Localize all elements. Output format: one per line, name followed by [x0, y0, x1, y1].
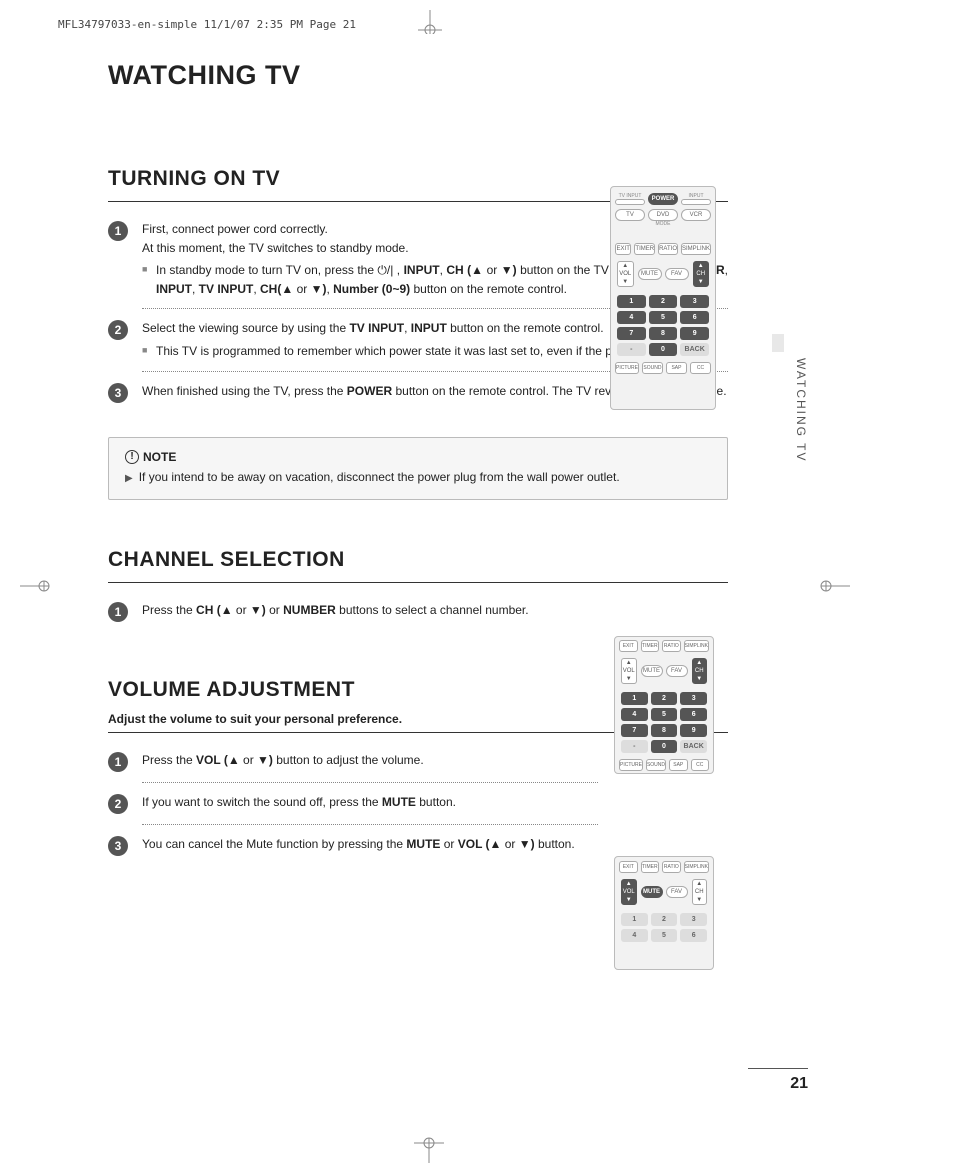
number-pad: 123 456 789 -0BACK [615, 688, 713, 757]
remote-button: TIMER [641, 861, 660, 873]
step-number-badge: 2 [108, 320, 128, 340]
crop-header: MFL34797033-en-simple 11/1/07 2:35 PM Pa… [58, 18, 356, 31]
note-title-text: NOTE [143, 450, 176, 464]
mute-button: MUTE [641, 886, 663, 898]
remote-illustration-volume: EXIT TIMER RATIO SIMPLINK ▲VOL▼ MUTE FAV… [614, 856, 714, 970]
section-title-channel: CHANNEL SELECTION [108, 548, 728, 572]
page-number: 21 [790, 1075, 808, 1093]
mute-button: MUTE [641, 665, 663, 677]
fav-button: FAV [666, 665, 688, 677]
remote-button: CC [690, 362, 711, 374]
step-body: You can cancel the Mute function by pres… [142, 835, 598, 856]
remote-button: EXIT [619, 640, 638, 652]
remote-button: SOUND [646, 759, 666, 771]
remote-illustration-power: TV INPUT POWER INPUT TV DVD VCR MODE EXI… [610, 186, 716, 410]
remote-button: PICTURE [619, 759, 643, 771]
crop-mark-icon [404, 1137, 454, 1163]
rule [108, 582, 728, 583]
remote-button: RATIO [658, 243, 678, 255]
note-body-text: If you intend to be away on vacation, di… [139, 470, 620, 487]
number-pad: 123 456 789 -0BACK [611, 291, 715, 360]
step-body: If you want to switch the sound off, pre… [142, 793, 598, 814]
remote-button: RATIO [662, 640, 681, 652]
remote-button: SIMPLINK [681, 243, 711, 255]
remote-button: TV [615, 209, 645, 221]
step-body: Press the CH (▲ or ▼) or NUMBER buttons … [142, 601, 578, 622]
remote-label: TV INPUT [615, 193, 645, 199]
crop-mark-icon [820, 576, 850, 596]
page-title: WATCHING TV [108, 60, 728, 91]
crop-mark-icon [410, 10, 450, 34]
step: 2 If you want to switch the sound off, p… [108, 793, 598, 814]
step-number-badge: 3 [108, 836, 128, 856]
remote-button: SAP [669, 759, 688, 771]
number-pad: 123 456 [615, 909, 713, 946]
step-body: Press the VOL (▲ or ▼) button to adjust … [142, 751, 598, 772]
remote-button: SIMPLINK [684, 640, 709, 652]
alert-icon: ! [125, 450, 139, 464]
remote-button: SOUND [642, 362, 663, 374]
mute-button: MUTE [638, 268, 662, 280]
bullet-icon: ■ [142, 261, 150, 298]
remote-button: TIMER [634, 243, 655, 255]
power-button: POWER [648, 193, 678, 205]
remote-button: EXIT [615, 243, 631, 255]
step: 1 Press the VOL (▲ or ▼) button to adjus… [108, 751, 598, 772]
ch-rocker: ▲CH▼ [692, 879, 708, 905]
fav-button: FAV [665, 268, 689, 280]
remote-button: SAP [666, 362, 687, 374]
step-number-badge: 2 [108, 794, 128, 814]
fav-button: FAV [666, 886, 688, 898]
vol-rocker: ▲VOL▼ [621, 658, 637, 684]
remote-button: EXIT [619, 861, 638, 873]
remote-button: VCR [681, 209, 711, 221]
dotted-divider [142, 824, 598, 825]
note-title: ! NOTE [125, 450, 711, 464]
remote-button: CC [691, 759, 710, 771]
triangle-icon: ▶ [125, 470, 133, 487]
step-number-badge: 1 [108, 752, 128, 772]
vol-rocker: ▲VOL▼ [617, 261, 634, 287]
crop-mark-icon [20, 576, 50, 596]
remote-illustration-channel: EXIT TIMER RATIO SIMPLINK ▲VOL▼ MUTE FAV… [614, 636, 714, 774]
dotted-divider [142, 782, 598, 783]
side-section-label: WATCHING TV [794, 358, 808, 462]
manual-page: MFL34797033-en-simple 11/1/07 2:35 PM Pa… [0, 0, 954, 1173]
ch-rocker: ▲CH▼ [693, 261, 710, 287]
note-box: ! NOTE ▶ If you intend to be away on vac… [108, 437, 728, 500]
remote-button: TIMER [641, 640, 660, 652]
remote-button: DVD [648, 209, 678, 221]
page-number-rule [748, 1068, 808, 1069]
remote-button: SIMPLINK [684, 861, 709, 873]
section-tab [772, 334, 784, 352]
remote-button: RATIO [662, 861, 681, 873]
ch-rocker: ▲CH▼ [692, 658, 708, 684]
step: 1 Press the CH (▲ or ▼) or NUMBER button… [108, 601, 578, 622]
vol-rocker: ▲VOL▼ [621, 879, 637, 905]
bullet-icon: ■ [142, 342, 150, 361]
step-number-badge: 3 [108, 383, 128, 403]
step-number-badge: 1 [108, 221, 128, 241]
step: 3 You can cancel the Mute function by pr… [108, 835, 598, 856]
step-number-badge: 1 [108, 602, 128, 622]
remote-button: PICTURE [615, 362, 639, 374]
